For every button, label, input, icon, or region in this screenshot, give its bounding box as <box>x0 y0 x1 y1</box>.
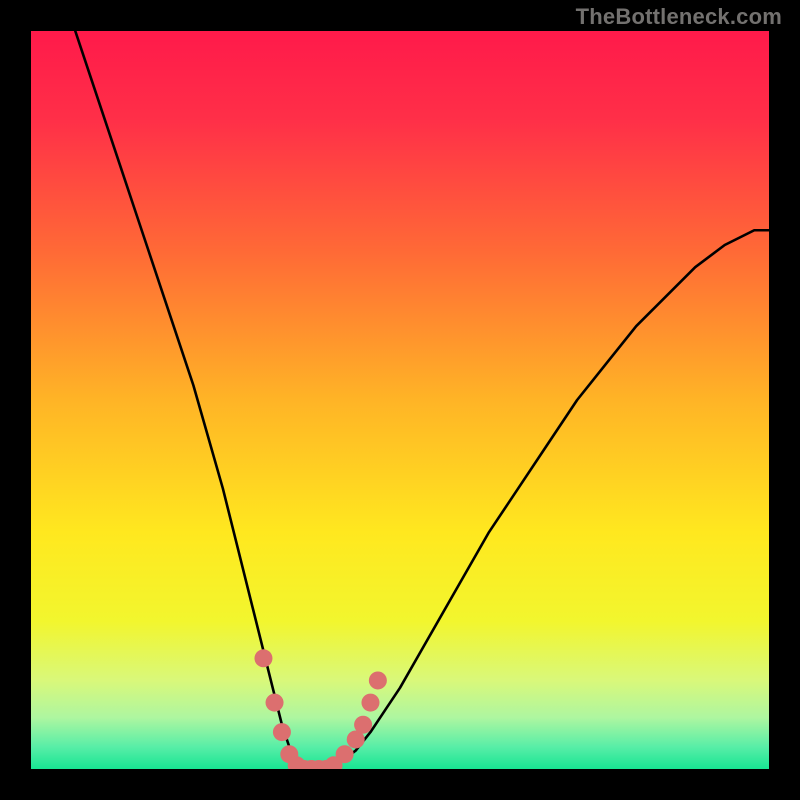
highlight-dot <box>354 716 372 734</box>
attribution-text: TheBottleneck.com <box>576 4 782 30</box>
highlight-dot <box>336 745 354 763</box>
chart-svg <box>31 31 769 769</box>
highlight-dot <box>273 723 291 741</box>
highlight-dot <box>369 671 387 689</box>
highlight-dot <box>254 649 272 667</box>
highlight-dot <box>361 694 379 712</box>
bottleneck-chart <box>31 31 769 769</box>
highlight-dot <box>266 694 284 712</box>
chart-background <box>31 31 769 769</box>
